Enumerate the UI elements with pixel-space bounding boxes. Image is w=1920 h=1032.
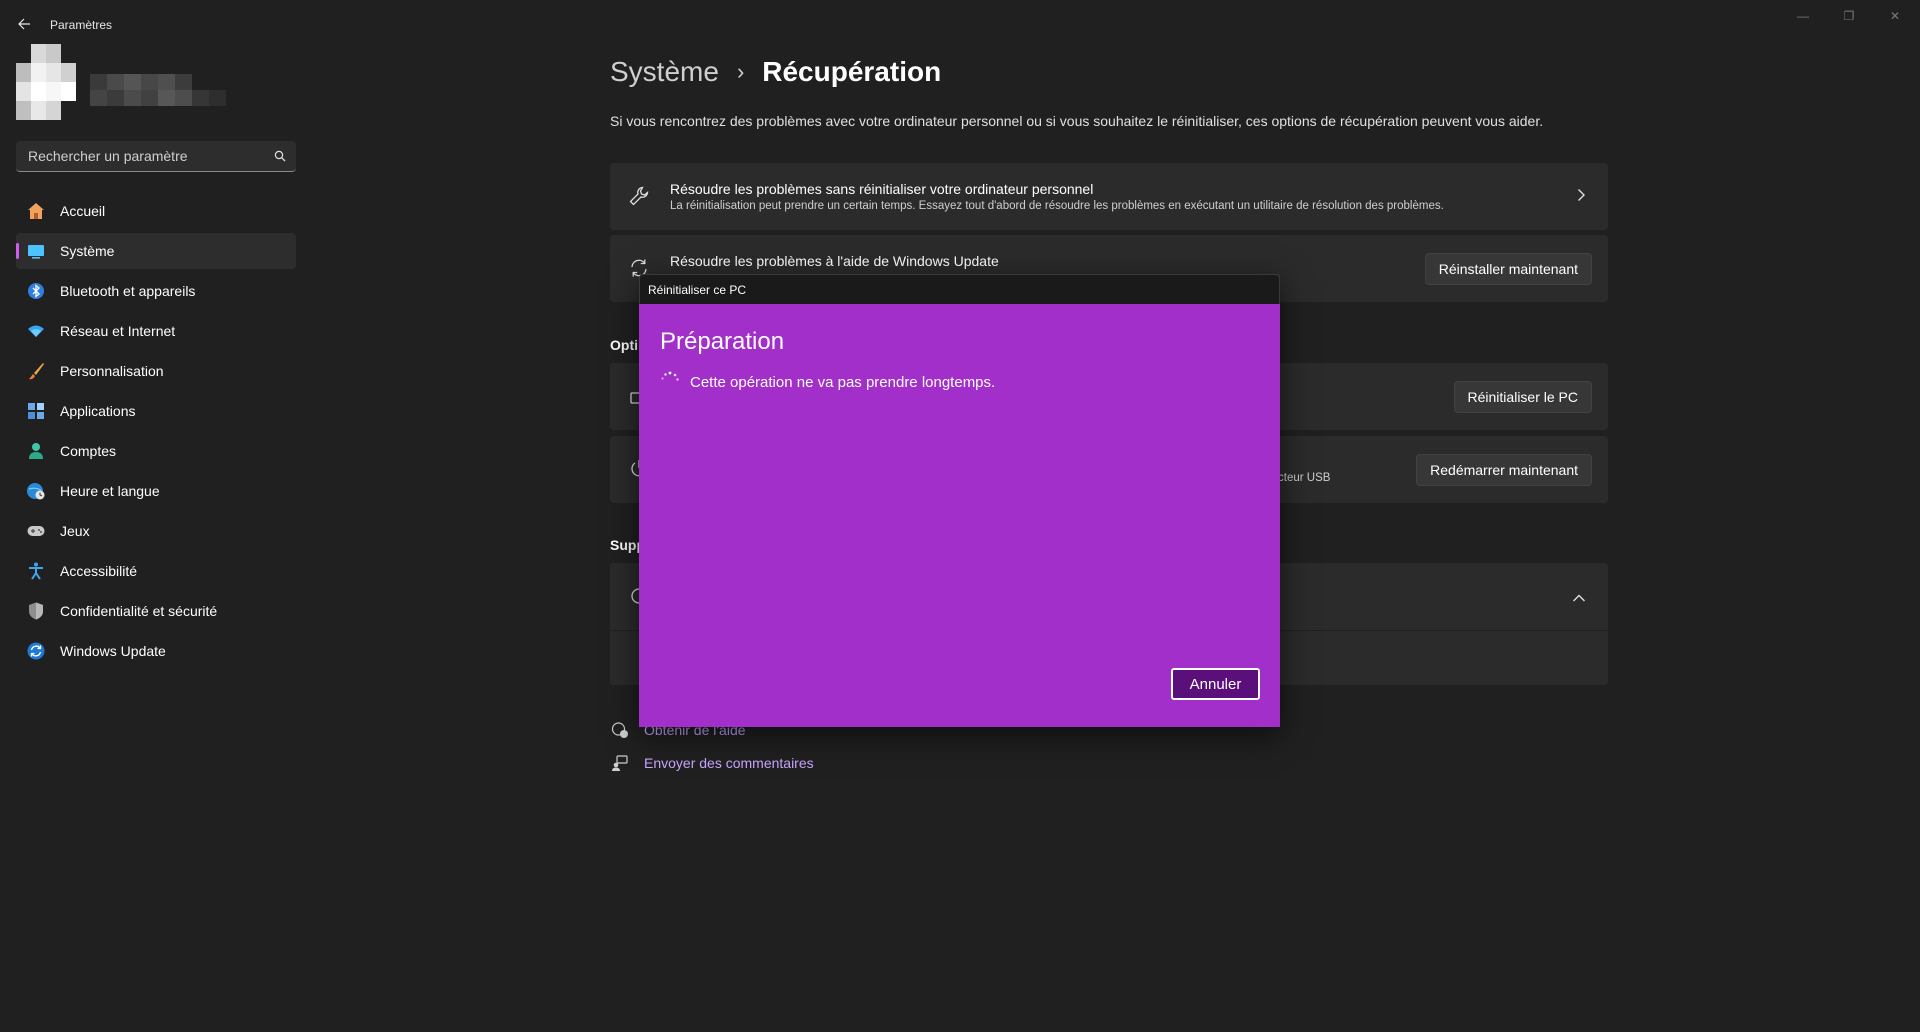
person-icon bbox=[26, 441, 46, 461]
sidebar-item-bluetooth[interactable]: Bluetooth et appareils bbox=[16, 273, 296, 309]
sidebar-item-label: Windows Update bbox=[60, 643, 166, 659]
page-description: Si vous rencontrez des problèmes avec vo… bbox=[610, 113, 1544, 129]
minimize-button[interactable]: — bbox=[1780, 6, 1826, 26]
dialog-body: Préparation Cette opération ne va pas pr… bbox=[639, 304, 1280, 727]
sidebar-item-label: Jeux bbox=[60, 523, 90, 539]
dialog-heading: Préparation bbox=[660, 328, 785, 355]
maximize-icon: ❐ bbox=[1843, 9, 1855, 23]
page-title: Récupération bbox=[762, 56, 942, 87]
sidebar-item-windows-update[interactable]: Windows Update bbox=[16, 633, 296, 669]
maximize-button[interactable]: ❐ bbox=[1826, 6, 1872, 26]
reset-pc-dialog: Réinitialiser ce PC Préparation Cette op… bbox=[639, 274, 1280, 727]
loading-spinner-icon bbox=[661, 371, 679, 381]
search-icon[interactable] bbox=[274, 150, 286, 162]
cancel-button[interactable]: Annuler bbox=[1171, 668, 1260, 700]
help-icon bbox=[610, 720, 630, 740]
sidebar-item-label: Confidentialité et sécurité bbox=[60, 603, 218, 619]
sidebar-item-reseau[interactable]: Réseau et Internet bbox=[16, 313, 296, 349]
sidebar-item-jeux[interactable]: Jeux bbox=[16, 513, 296, 549]
sidebar-item-label: Comptes bbox=[60, 443, 117, 459]
reset-pc-button[interactable]: Réinitialiser le PC bbox=[1453, 381, 1592, 413]
sidebar-item-confidentialite[interactable]: Confidentialité et sécurité bbox=[16, 593, 296, 629]
update-icon bbox=[26, 641, 46, 661]
sidebar-item-systeme[interactable]: Système bbox=[16, 233, 296, 269]
dialog-titlebar[interactable]: Réinitialiser ce PC bbox=[639, 274, 1280, 304]
troubleshoot-card[interactable]: Résoudre les problèmes sans réinitialise… bbox=[610, 163, 1608, 230]
dialog-message: Cette opération ne va pas prendre longte… bbox=[690, 374, 996, 391]
search-input[interactable] bbox=[26, 147, 274, 165]
troubleshoot-subtitle: La réinitialisation peut prendre un cert… bbox=[670, 200, 1444, 212]
sidebar-item-label: Bluetooth et appareils bbox=[60, 283, 196, 299]
accessibility-icon bbox=[26, 561, 46, 581]
close-icon: ✕ bbox=[1889, 9, 1901, 23]
sidebar-item-accueil[interactable]: Accueil bbox=[16, 193, 296, 229]
sidebar-item-applications[interactable]: Applications bbox=[16, 393, 296, 429]
sidebar-item-comptes[interactable]: Comptes bbox=[16, 433, 296, 469]
app-title: Paramètres bbox=[50, 18, 113, 32]
sidebar-item-accessibilite[interactable]: Accessibilité bbox=[16, 553, 296, 589]
troubleshoot-title: Résoudre les problèmes sans réinitialise… bbox=[670, 181, 1094, 197]
search-box[interactable] bbox=[16, 141, 296, 172]
breadcrumb: Système › Récupération bbox=[610, 56, 941, 88]
sidebar-nav: Accueil Système Bluetooth et appareils R… bbox=[16, 193, 296, 673]
chevron-right-icon: › bbox=[736, 59, 745, 84]
windows-update-fix-title: Résoudre les problèmes à l'aide de Windo… bbox=[670, 253, 999, 269]
user-name-blurred bbox=[90, 74, 226, 106]
globe-clock-icon bbox=[26, 481, 46, 501]
breadcrumb-parent[interactable]: Système bbox=[610, 56, 719, 88]
sidebar-item-label: Système bbox=[60, 243, 115, 259]
monitor-icon bbox=[26, 241, 46, 261]
sidebar-item-label: Heure et langue bbox=[60, 483, 160, 499]
gamepad-icon bbox=[26, 521, 46, 541]
chevron-right-icon bbox=[1576, 188, 1586, 207]
wrench-icon bbox=[628, 185, 650, 207]
close-button[interactable]: ✕ bbox=[1872, 6, 1918, 26]
reinstall-now-button[interactable]: Réinstaller maintenant bbox=[1424, 253, 1592, 285]
minimize-icon: — bbox=[1797, 9, 1809, 23]
sidebar-item-label: Réseau et Internet bbox=[60, 323, 176, 339]
recovery-options-heading: Opti bbox=[610, 337, 638, 353]
sidebar-item-label: Personnalisation bbox=[60, 363, 164, 379]
shield-icon bbox=[26, 601, 46, 621]
sidebar-item-personnalisation[interactable]: Personnalisation bbox=[16, 353, 296, 389]
back-arrow-icon bbox=[18, 18, 30, 30]
sidebar-item-heure-langue[interactable]: Heure et langue bbox=[16, 473, 296, 509]
chevron-up-icon bbox=[1572, 590, 1586, 608]
brush-icon bbox=[26, 361, 46, 381]
wifi-icon bbox=[26, 321, 46, 341]
sidebar-item-label: Applications bbox=[60, 403, 136, 419]
home-icon bbox=[26, 201, 46, 221]
apps-icon bbox=[26, 401, 46, 421]
feedback-label: Envoyer des commentaires bbox=[644, 755, 814, 771]
bluetooth-icon bbox=[26, 281, 46, 301]
feedback-link[interactable]: Envoyer des commentaires bbox=[610, 753, 814, 773]
feedback-icon bbox=[610, 753, 630, 773]
sidebar-item-label: Accessibilité bbox=[60, 563, 138, 579]
avatar bbox=[16, 44, 76, 120]
dialog-title: Réinitialiser ce PC bbox=[648, 282, 747, 297]
advanced-startup-subtitle: cteur USB bbox=[1278, 472, 1331, 484]
sidebar-item-label: Accueil bbox=[60, 203, 106, 219]
back-button[interactable] bbox=[14, 14, 34, 34]
restart-now-button[interactable]: Redémarrer maintenant bbox=[1416, 454, 1592, 486]
